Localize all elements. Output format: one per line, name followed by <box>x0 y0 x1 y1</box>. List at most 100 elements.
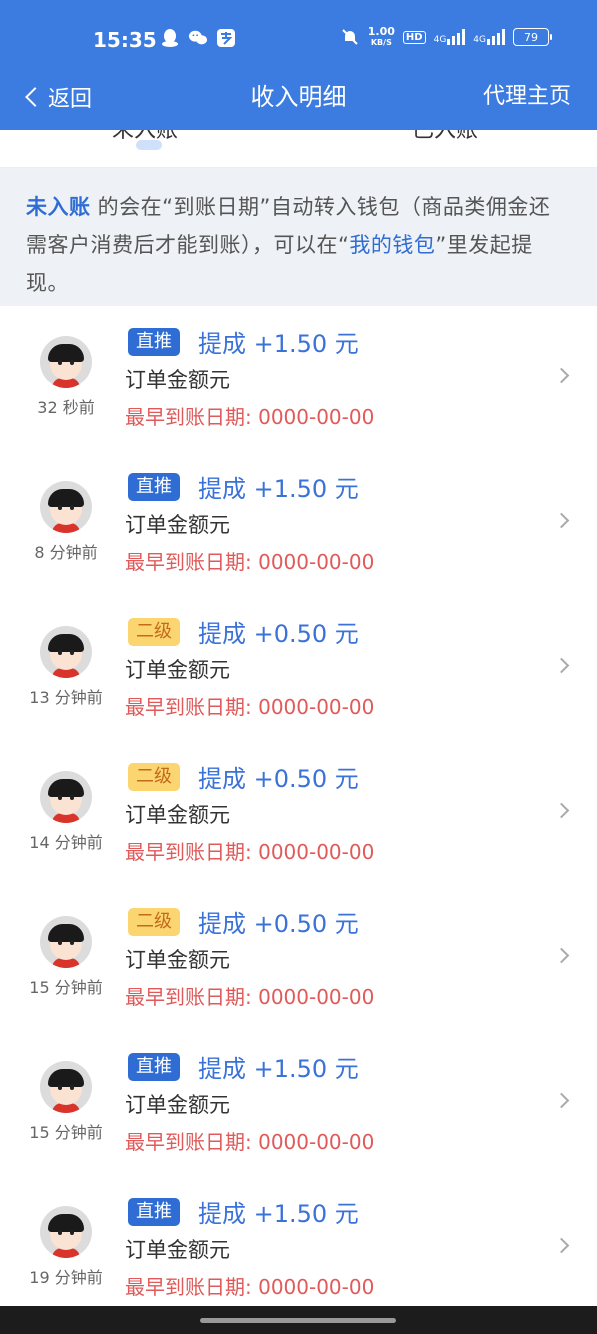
avatar-hair <box>48 779 84 797</box>
order-amount: 订单金额元 <box>125 1238 230 1262</box>
avatar-hair <box>48 489 84 507</box>
level-badge: 二级 <box>128 618 180 646</box>
commission-amount: 提成 +1.50 元 <box>198 1055 359 1083</box>
arrival-date: 最早到账日期: 0000-00-00 <box>125 840 375 864</box>
mute-bell-icon <box>340 27 360 47</box>
qq-icon <box>160 28 180 48</box>
commission-amount: 提成 +0.50 元 <box>198 620 359 648</box>
avatar-hair <box>48 1069 84 1087</box>
list-item[interactable]: 15 分钟前 直推 提成 +1.50 元 订单金额元 最早到账日期: 0000-… <box>0 1031 597 1176</box>
time-ago: 13 分钟前 <box>29 688 103 707</box>
avatar-eye <box>70 795 74 800</box>
status-app-icons <box>160 28 236 48</box>
commission-amount: 提成 +1.50 元 <box>198 1200 359 1228</box>
list-item[interactable]: 13 分钟前 二级 提成 +0.50 元 订单金额元 最早到账日期: 0000-… <box>0 596 597 741</box>
network-speed: 1.00 KB/S <box>368 26 395 48</box>
avatar <box>40 1206 92 1258</box>
notice-highlight-pending: 未入账 <box>26 195 91 219</box>
network-speed-unit: KB/S <box>370 38 392 47</box>
chevron-right-icon <box>553 367 570 384</box>
avatar-hair <box>48 1214 84 1232</box>
home-indicator[interactable] <box>200 1318 396 1323</box>
signal-icon: 4G <box>434 29 466 45</box>
avatar <box>40 1061 92 1113</box>
avatar-eye <box>58 795 62 800</box>
chevron-right-icon <box>553 1092 570 1109</box>
list-item[interactable]: 19 分钟前 直推 提成 +1.50 元 订单金额元 最早到账日期: 0000-… <box>0 1176 597 1321</box>
status-bar: 15:35 1.00 KB/S HD 4G 4G 79 <box>0 0 597 80</box>
signal-label: 4G <box>473 35 486 45</box>
avatar-eye <box>58 940 62 945</box>
agent-home-link[interactable]: 代理主页 <box>483 80 571 114</box>
app-header: 15:35 1.00 KB/S HD 4G 4G 79 返回 收入明细 代理主页 <box>0 0 597 130</box>
time-ago: 15 分钟前 <box>29 978 103 997</box>
wechat-icon <box>188 28 208 48</box>
chevron-right-icon <box>553 947 570 964</box>
system-nav-bar <box>0 1306 597 1334</box>
arrival-date: 最早到账日期: 0000-00-00 <box>125 550 375 574</box>
avatar-hair <box>48 924 84 942</box>
tab-received[interactable]: 已入账 <box>412 130 478 144</box>
avatar-eye <box>70 650 74 655</box>
arrival-date: 最早到账日期: 0000-00-00 <box>125 1275 375 1299</box>
list-item[interactable]: 32 秒前 直推 提成 +1.50 元 订单金额元 最早到账日期: 0000-0… <box>0 306 597 451</box>
order-amount: 订单金额元 <box>125 803 230 827</box>
tab-indicator <box>136 140 162 150</box>
level-badge: 二级 <box>128 763 180 791</box>
chevron-right-icon <box>553 1237 570 1254</box>
signal-label: 4G <box>433 35 447 45</box>
avatar <box>40 771 92 823</box>
avatar <box>40 481 92 533</box>
status-right-icons: 1.00 KB/S HD 4G 4G 79 <box>340 26 552 48</box>
time-ago: 8 分钟前 <box>34 543 98 562</box>
level-badge: 直推 <box>128 328 180 356</box>
battery-level: 79 <box>524 30 538 44</box>
level-badge: 直推 <box>128 473 180 501</box>
avatar-eye <box>58 1085 62 1090</box>
arrival-date: 最早到账日期: 0000-00-00 <box>125 1130 375 1154</box>
avatar-eye <box>70 360 74 365</box>
signal-icon: 4G <box>473 29 505 45</box>
avatar-hair <box>48 344 84 362</box>
list-item[interactable]: 14 分钟前 二级 提成 +0.50 元 订单金额元 最早到账日期: 0000-… <box>0 741 597 886</box>
time-ago: 15 分钟前 <box>29 1123 103 1142</box>
level-badge: 二级 <box>128 908 180 936</box>
my-wallet-link[interactable]: 我的钱包 <box>349 233 435 257</box>
order-amount: 订单金额元 <box>125 368 230 392</box>
avatar <box>40 626 92 678</box>
list-item[interactable]: 8 分钟前 直推 提成 +1.50 元 订单金额元 最早到账日期: 0000-0… <box>0 451 597 596</box>
avatar-eye <box>70 940 74 945</box>
level-badge: 直推 <box>128 1053 180 1081</box>
list-item[interactable]: 15 分钟前 二级 提成 +0.50 元 订单金额元 最早到账日期: 0000-… <box>0 886 597 1031</box>
network-speed-value: 1.00 <box>367 25 395 38</box>
commission-amount: 提成 +1.50 元 <box>198 475 359 503</box>
chevron-right-icon <box>553 802 570 819</box>
avatar-eye <box>58 650 62 655</box>
level-badge: 直推 <box>128 1198 180 1226</box>
arrival-date: 最早到账日期: 0000-00-00 <box>125 695 375 719</box>
arrival-date: 最早到账日期: 0000-00-00 <box>125 405 375 429</box>
order-amount: 订单金额元 <box>125 948 230 972</box>
chevron-right-icon <box>553 657 570 674</box>
commission-amount: 提成 +0.50 元 <box>198 910 359 938</box>
avatar <box>40 336 92 388</box>
time-ago: 32 秒前 <box>37 398 95 417</box>
tab-bar: 未入账 已入账 <box>0 130 597 168</box>
avatar-eye <box>58 1230 62 1235</box>
avatar-hair <box>48 634 84 652</box>
avatar-eye <box>70 1230 74 1235</box>
notice-banner: 未入账 的会在“到账日期”自动转入钱包（商品类佣金还需客户消费后才能到账），可以… <box>0 168 597 306</box>
commission-amount: 提成 +1.50 元 <box>198 330 359 358</box>
avatar <box>40 916 92 968</box>
avatar-eye <box>70 1085 74 1090</box>
nav-bar: 返回 收入明细 代理主页 <box>0 80 597 130</box>
status-time: 15:35 <box>93 28 157 52</box>
time-ago: 19 分钟前 <box>29 1268 103 1287</box>
income-list: 32 秒前 直推 提成 +1.50 元 订单金额元 最早到账日期: 0000-0… <box>0 306 597 1321</box>
chevron-right-icon <box>553 512 570 529</box>
battery-icon: 79 <box>513 28 552 46</box>
avatar-eye <box>58 505 62 510</box>
time-ago: 14 分钟前 <box>29 833 103 852</box>
hd-badge: HD <box>402 30 426 44</box>
order-amount: 订单金额元 <box>125 513 230 537</box>
